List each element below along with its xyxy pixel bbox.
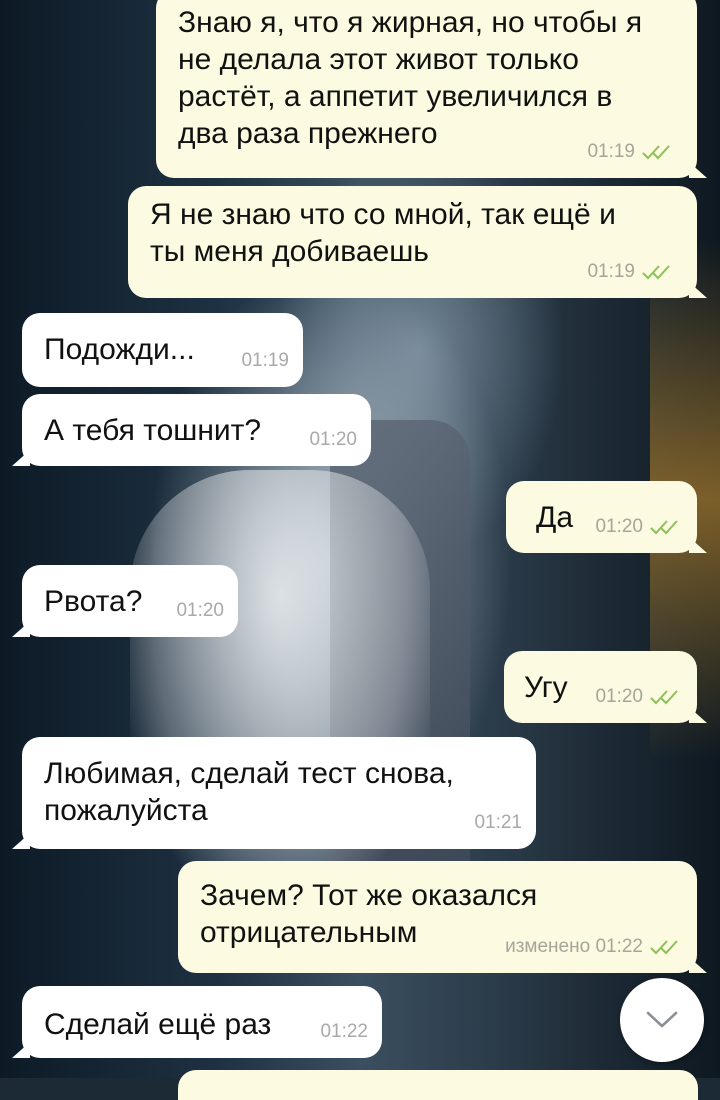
message-time: 01:20 [309, 429, 357, 450]
message-text: Рвота? [44, 585, 143, 618]
message-meta: 01:21 [474, 804, 522, 841]
message-meta: 01:22 [320, 1013, 368, 1050]
message-meta: 01:19 [587, 133, 675, 170]
message-meta: изменено 01:22 [505, 928, 683, 965]
double-check-icon [642, 144, 670, 159]
message-outgoing[interactable]: Я не знаю что со мной, так ещё и ты меня… [128, 186, 707, 298]
message-text: Я не знаю что со мной, так ещё и ты меня… [150, 198, 616, 268]
scroll-to-bottom-button[interactable] [620, 978, 704, 1062]
message-time: 01:20 [176, 600, 224, 621]
double-check-icon [642, 264, 670, 279]
message-text: Знаю я, что я жирная, но чтобы я не дела… [178, 6, 643, 150]
message-incoming[interactable]: Рвота? 01:20 [12, 565, 238, 637]
message-incoming[interactable]: А тебя тошнит? 01:20 [12, 394, 371, 466]
message-text: Да [536, 501, 574, 534]
message-text: Любимая, сделай тест снова, пожалуйста [44, 757, 454, 827]
message-time: 01:20 [595, 516, 643, 537]
message-meta: 01:20 [176, 592, 224, 629]
chevron-down-icon [646, 1011, 678, 1028]
double-check-icon [650, 519, 678, 534]
message-meta: 01:20 [309, 421, 357, 458]
message-incoming[interactable]: Любимая, сделай тест снова, пожалуйста 0… [12, 737, 536, 849]
message-list[interactable]: Знаю я, что я жирная, но чтобы я не дела… [0, 0, 720, 1100]
message-text: Подожди... [44, 333, 195, 366]
message-time: 01:19 [587, 141, 635, 162]
message-incoming[interactable]: Сделай ещё раз 01:22 [12, 986, 382, 1058]
message-text: Зачем? Тот же оказался отрицательным [200, 879, 538, 949]
message-time: 01:19 [587, 261, 635, 282]
message-meta: 01:19 [241, 342, 289, 379]
message-time: 01:21 [474, 812, 522, 833]
message-meta: 01:20 [595, 508, 683, 545]
message-time: 01:19 [241, 350, 289, 371]
message-outgoing[interactable]: Знаю я, что я жирная, но чтобы я не дела… [156, 0, 707, 178]
message-outgoing[interactable]: Угу 01:20 [504, 651, 707, 723]
message-text: Сделай ещё раз [44, 1008, 272, 1041]
message-time: 01:22 [320, 1021, 368, 1042]
message-text: А тебя тошнит? [44, 414, 262, 447]
message-time: 01:20 [595, 686, 643, 707]
message-outgoing[interactable]: Зачем? Тот же оказался отрицательным изм… [178, 861, 707, 973]
message-time: изменено 01:22 [505, 936, 643, 957]
message-meta: 01:20 [595, 678, 683, 715]
message-outgoing-partial[interactable] [178, 1070, 698, 1100]
message-incoming[interactable]: Подожди... 01:19 [22, 313, 303, 387]
message-meta: 01:19 [587, 253, 675, 290]
double-check-icon [650, 689, 678, 704]
message-outgoing[interactable]: Да 01:20 [506, 481, 707, 553]
message-text: Угу [524, 671, 568, 704]
double-check-icon [650, 939, 678, 954]
